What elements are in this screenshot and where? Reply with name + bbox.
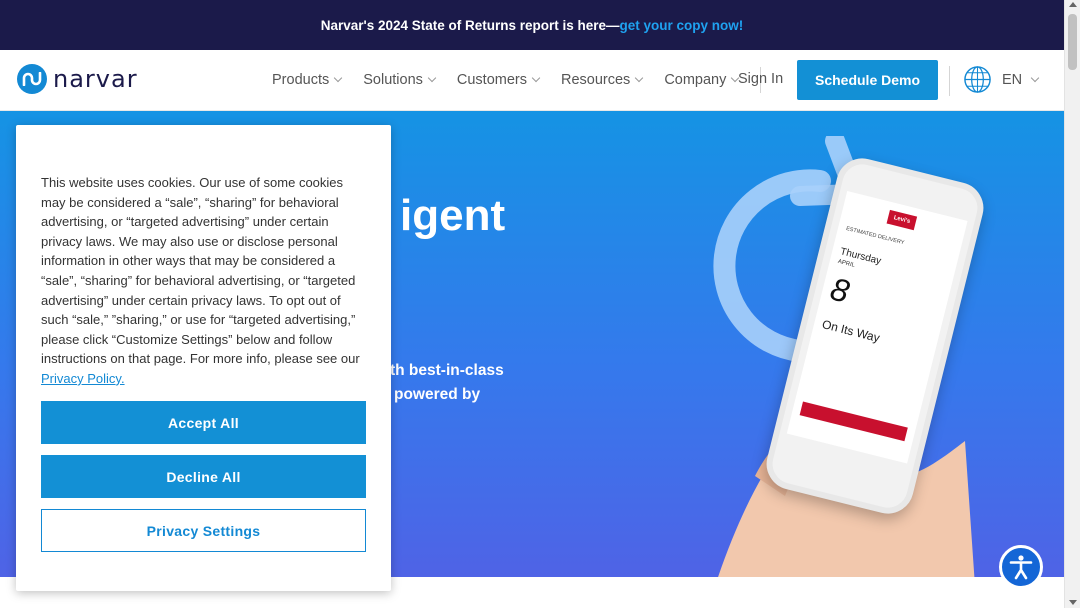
nav-solutions-label: Solutions bbox=[363, 72, 423, 88]
hero-subtitle: th best-in-class powered by bbox=[390, 359, 504, 407]
scroll-down-arrow-icon[interactable] bbox=[1069, 600, 1077, 605]
nav-products[interactable]: Products bbox=[272, 72, 343, 88]
globe-icon bbox=[964, 66, 991, 93]
accessibility-icon bbox=[1009, 555, 1033, 580]
delivery-status: On Its Way bbox=[820, 317, 882, 345]
nav-customers-label: Customers bbox=[456, 72, 527, 88]
page-scrollbar[interactable] bbox=[1064, 0, 1080, 608]
language-selector[interactable]: EN bbox=[963, 65, 1040, 94]
delivery-date: 8 bbox=[826, 270, 853, 310]
hero-title: igent bbox=[400, 191, 506, 240]
levis-logo: Levi's bbox=[886, 209, 918, 231]
nav-resources-label: Resources bbox=[561, 72, 631, 88]
chevron-down-icon bbox=[1030, 73, 1040, 82]
nav-customers[interactable]: Customers bbox=[456, 72, 541, 88]
announcement-link[interactable]: get your copy now! bbox=[620, 18, 744, 33]
privacy-settings-button[interactable]: Privacy Settings bbox=[41, 509, 366, 552]
narvar-logo[interactable]: narvar bbox=[17, 64, 138, 94]
cookie-message: This website uses cookies. Our use of so… bbox=[41, 173, 371, 389]
hero-subtitle-line1: th best-in-class bbox=[390, 362, 504, 379]
decline-all-button[interactable]: Decline All bbox=[41, 455, 366, 498]
main-nav: Products Solutions Customers Resources C… bbox=[272, 50, 762, 110]
accessibility-button[interactable] bbox=[999, 545, 1043, 589]
sign-in-link[interactable]: Sign In bbox=[738, 71, 783, 87]
cookie-message-text: This website uses cookies. Our use of so… bbox=[41, 175, 360, 367]
announcement-bar: Narvar's 2024 State of Returns report is… bbox=[0, 0, 1064, 50]
announcement-text: Narvar's 2024 State of Returns report is… bbox=[320, 17, 620, 33]
logo-text: narvar bbox=[53, 65, 138, 93]
scroll-thumb[interactable] bbox=[1068, 14, 1077, 70]
nav-company[interactable]: Company bbox=[664, 72, 740, 88]
accept-all-button[interactable]: Accept All bbox=[41, 401, 366, 444]
hero-subtitle-line2: powered by bbox=[394, 386, 481, 403]
phone-action-button bbox=[799, 401, 908, 442]
language-label: EN bbox=[1002, 71, 1023, 88]
estimated-delivery-label: ESTIMATED DELIVERY bbox=[845, 225, 905, 247]
chevron-down-icon bbox=[427, 73, 437, 83]
privacy-policy-link[interactable]: Privacy Policy. bbox=[41, 371, 125, 386]
nav-company-label: Company bbox=[664, 72, 727, 88]
nav-solutions[interactable]: Solutions bbox=[363, 72, 437, 88]
narvar-logo-icon bbox=[17, 64, 47, 94]
site-header: narvar Products Solutions Customers Reso… bbox=[0, 50, 1064, 111]
cookie-consent-dialog: This website uses cookies. Our use of so… bbox=[16, 125, 391, 591]
nav-products-label: Products bbox=[272, 72, 330, 88]
chevron-down-icon bbox=[531, 73, 541, 83]
chevron-down-icon bbox=[635, 73, 644, 83]
scroll-up-arrow-icon[interactable] bbox=[1069, 2, 1077, 7]
nav-resources[interactable]: Resources bbox=[561, 72, 644, 88]
schedule-demo-button[interactable]: Schedule Demo bbox=[797, 60, 938, 100]
header-divider bbox=[949, 66, 950, 96]
chevron-down-icon bbox=[333, 73, 343, 83]
